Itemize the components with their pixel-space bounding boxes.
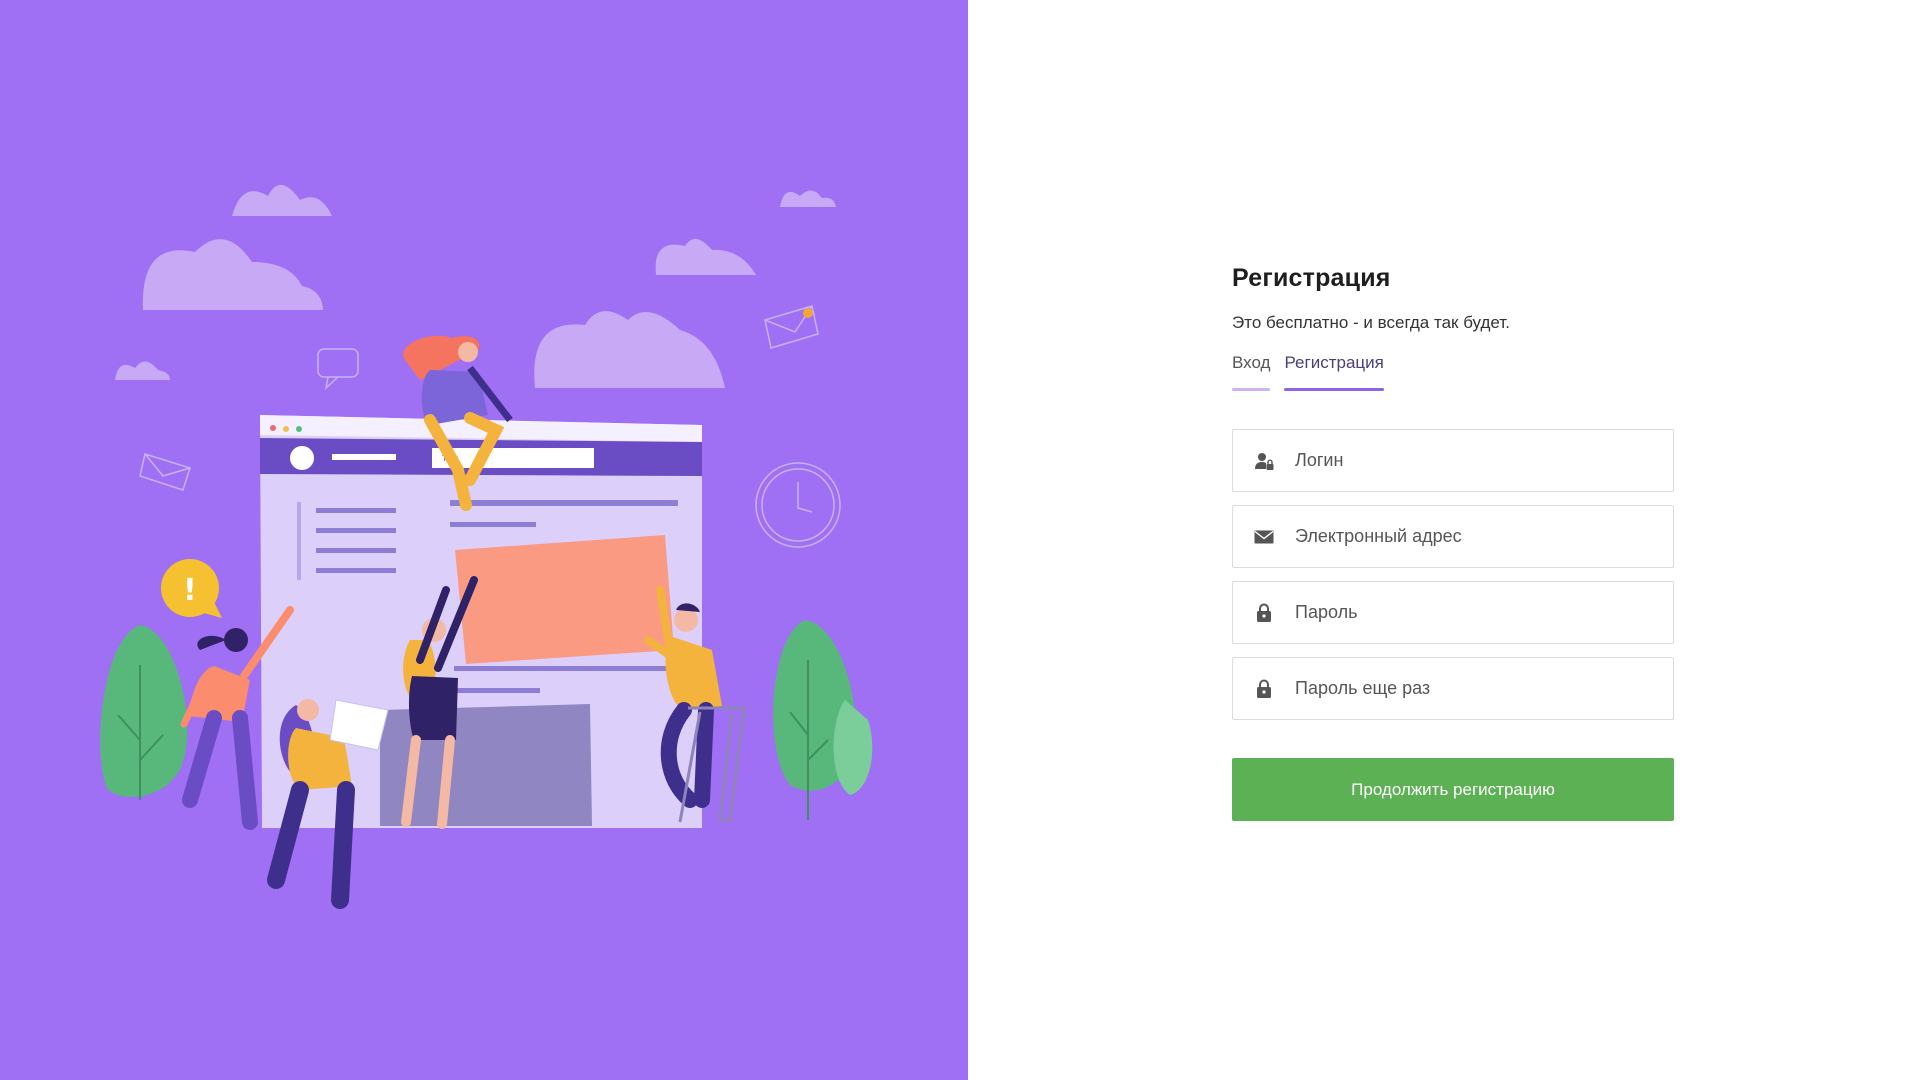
svg-text:!: ! — [183, 573, 197, 608]
page-title: Регистрация — [1232, 264, 1391, 292]
salmon-card — [455, 535, 674, 664]
team-web-illustration: Text ! — [100, 184, 873, 909]
form-fields — [1232, 429, 1674, 720]
password-repeat-field[interactable] — [1232, 657, 1674, 720]
lock-icon — [1254, 679, 1274, 699]
registration-form: Регистрация Это бесплатно - и всегда так… — [1232, 264, 1674, 821]
email-field[interactable] — [1232, 505, 1674, 568]
envelope-icon — [1254, 527, 1274, 547]
illustration-panel: Text ! — [0, 0, 968, 1080]
notification-dot — [803, 308, 813, 318]
page-subtitle: Это бесплатно - и всегда так будет. — [1232, 313, 1510, 332]
user-lock-icon — [1254, 451, 1274, 471]
login-field[interactable] — [1232, 429, 1674, 492]
password-repeat-input[interactable] — [1295, 678, 1655, 699]
password-field[interactable] — [1232, 581, 1674, 644]
continue-registration-button[interactable]: Продолжить регистрацию — [1232, 758, 1674, 821]
email-input[interactable] — [1295, 526, 1655, 547]
tab-login[interactable]: Вход — [1232, 353, 1271, 391]
alert-bubble: ! — [161, 559, 222, 618]
password-input[interactable] — [1295, 602, 1655, 623]
auth-tabs: Вход Регистрация — [1232, 353, 1674, 391]
tab-register[interactable]: Регистрация — [1284, 353, 1385, 391]
login-input[interactable] — [1295, 450, 1655, 471]
lock-icon — [1254, 603, 1274, 623]
